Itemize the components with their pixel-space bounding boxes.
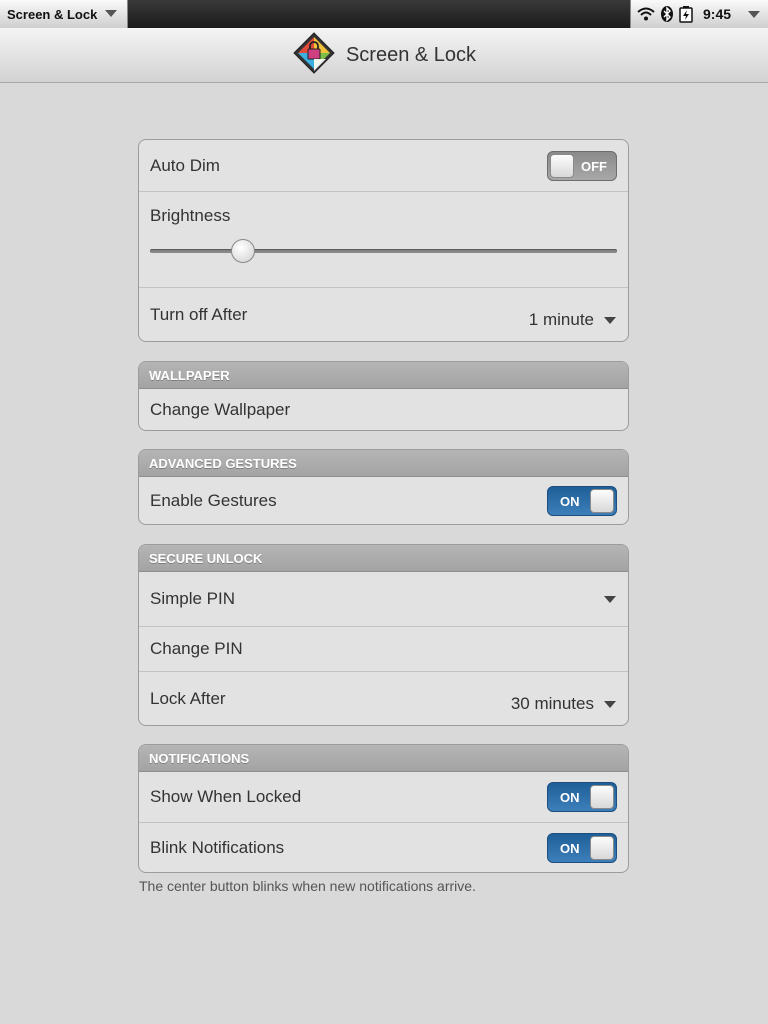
enable-gestures-label: Enable Gestures <box>150 491 277 510</box>
brightness-slider-track[interactable] <box>150 249 617 253</box>
toggle-state-label: OFF <box>581 158 607 174</box>
blink-notifications-row: Blink Notifications ON <box>139 822 628 872</box>
system-menu[interactable]: 9:45 <box>630 0 768 28</box>
dropdown-arrow-icon <box>604 316 616 324</box>
lock-after-label: Lock After <box>150 689 226 708</box>
toggle-knob <box>590 489 614 513</box>
chevron-down-icon <box>748 11 760 18</box>
lock-after-row[interactable]: Lock After 30 minutes <box>139 671 628 725</box>
toggle-state-label: ON <box>560 494 580 509</box>
clock: 9:45 <box>703 6 732 22</box>
app-menu-label: Screen & Lock <box>7 6 98 22</box>
secure-unlock-group: SECURE UNLOCK Simple PIN Change PIN Lock… <box>138 544 629 726</box>
unlock-mode-value: Simple PIN <box>150 589 236 608</box>
lock-after-value: 30 minutes <box>510 694 594 713</box>
notifications-footnote: The center button blinks when new notifi… <box>139 878 476 894</box>
brightness-slider-handle[interactable] <box>231 239 256 263</box>
wallpaper-section-header: WALLPAPER <box>139 362 628 389</box>
unlock-mode-selector[interactable]: Simple PIN <box>139 572 628 626</box>
brightness-label: Brightness <box>150 206 231 225</box>
display-group: Auto Dim OFF Brightness Turn off After 1… <box>138 139 629 342</box>
page-title: Screen & Lock <box>345 43 477 66</box>
notifications-section-header: NOTIFICATIONS <box>139 745 628 772</box>
change-pin-row[interactable]: Change PIN <box>139 626 628 671</box>
toggle-state-label: ON <box>560 790 580 805</box>
screen-lock-app-icon <box>292 31 336 80</box>
turn-off-after-label: Turn off After <box>150 305 248 324</box>
enable-gestures-row: Enable Gestures ON <box>139 477 628 524</box>
blink-notifications-label: Blink Notifications <box>150 838 285 857</box>
change-wallpaper-row[interactable]: Change Wallpaper <box>139 389 628 430</box>
battery-charging-icon <box>679 5 693 23</box>
show-when-locked-row: Show When Locked ON <box>139 772 628 822</box>
auto-dim-row: Auto Dim OFF <box>139 140 628 191</box>
advanced-gestures-section-header: ADVANCED GESTURES <box>139 450 628 477</box>
toggle-state-label: ON <box>560 841 580 856</box>
auto-dim-toggle[interactable]: OFF <box>547 150 617 181</box>
change-wallpaper-label: Change Wallpaper <box>150 400 291 419</box>
notifications-group: NOTIFICATIONS Show When Locked ON Blink … <box>138 744 629 873</box>
secure-unlock-section-header: SECURE UNLOCK <box>139 545 628 572</box>
turn-off-after-row[interactable]: Turn off After 1 minute <box>139 287 628 341</box>
dropdown-arrow-icon <box>604 595 616 603</box>
show-when-locked-toggle[interactable]: ON <box>547 782 617 812</box>
blink-notifications-toggle[interactable]: ON <box>547 833 617 863</box>
toggle-knob <box>590 836 614 860</box>
wallpaper-group: WALLPAPER Change Wallpaper <box>138 361 629 431</box>
chevron-down-icon <box>105 10 117 17</box>
toggle-knob <box>550 153 574 178</box>
change-pin-label: Change PIN <box>150 639 243 658</box>
bluetooth-icon <box>661 6 673 22</box>
toggle-knob <box>590 785 614 809</box>
dropdown-arrow-icon <box>604 700 616 708</box>
enable-gestures-toggle[interactable]: ON <box>547 486 617 516</box>
page-header: Screen & Lock <box>0 28 768 83</box>
wifi-icon <box>637 7 655 21</box>
advanced-gestures-group: ADVANCED GESTURES Enable Gestures ON <box>138 449 629 525</box>
brightness-row: Brightness <box>139 191 628 287</box>
turn-off-after-value: 1 minute <box>528 310 594 329</box>
show-when-locked-label: Show When Locked <box>150 787 302 806</box>
auto-dim-label: Auto Dim <box>150 155 220 175</box>
app-menu[interactable]: Screen & Lock <box>0 0 128 28</box>
status-bar: Screen & Lock 9:45 <box>0 0 768 28</box>
